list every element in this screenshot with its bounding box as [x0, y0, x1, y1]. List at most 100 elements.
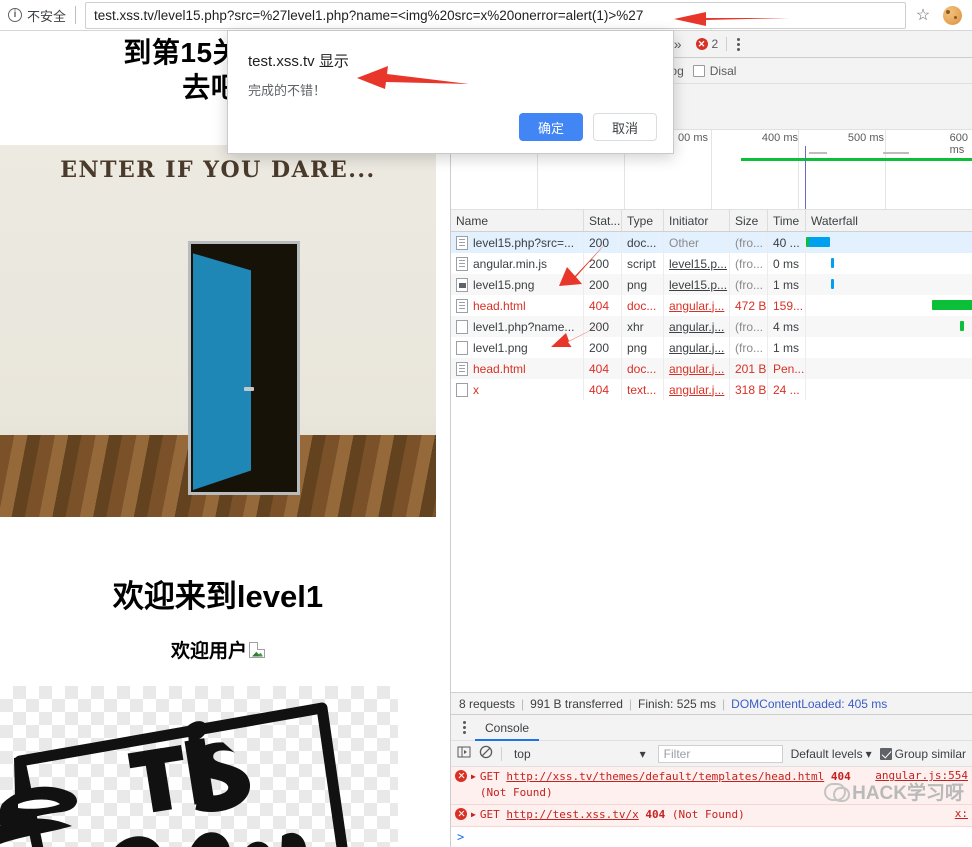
document-icon: [456, 361, 468, 376]
request-name: level1.png: [473, 340, 528, 355]
cell-waterfall: [806, 274, 972, 295]
security-label: 不安全: [27, 8, 67, 24]
execution-context-select[interactable]: top ▾: [510, 747, 650, 761]
column-header-status[interactable]: Stat...: [584, 210, 622, 231]
cell-waterfall: [806, 337, 972, 358]
cell-size: 201 B: [730, 358, 768, 379]
waterfall-bar: [932, 300, 972, 310]
column-header-type[interactable]: Type: [622, 210, 664, 231]
cell-status: 200: [584, 232, 622, 253]
cell-time: 4 ms: [768, 316, 806, 337]
cell-time: 1 ms: [768, 274, 806, 295]
expander-icon[interactable]: ▶: [471, 772, 476, 781]
column-header-name[interactable]: Name: [451, 210, 584, 231]
console-message-status: 404: [830, 770, 851, 784]
execution-context-value: top: [513, 746, 531, 761]
cell-initiator[interactable]: angular.j...: [664, 337, 730, 358]
console-message[interactable]: ▶ GET http://xss.tv/themes/default/templ…: [451, 767, 972, 806]
cell-type: text...: [622, 379, 664, 400]
document-icon: [456, 256, 468, 271]
document-icon: [456, 298, 468, 313]
summary-requests: 8 requests: [459, 696, 516, 711]
waterfall-bar-queue: [806, 237, 809, 247]
table-row[interactable]: head.html 404 doc... angular.j... 472 B …: [451, 295, 972, 316]
show-sidebar-icon[interactable]: [457, 745, 471, 762]
security-indicator[interactable]: i 不安全: [0, 6, 66, 25]
cell-initiator[interactable]: angular.j...: [664, 358, 730, 379]
console-filter-input[interactable]: Filter: [657, 744, 783, 763]
table-row[interactable]: level15.png 200 png level15.p... (fro...…: [451, 274, 972, 295]
expander-icon[interactable]: ▶: [471, 810, 476, 819]
cell-initiator[interactable]: angular.j...: [664, 295, 730, 316]
column-header-waterfall[interactable]: Waterfall: [806, 210, 972, 231]
column-header-time[interactable]: Time: [768, 210, 806, 231]
address-bar[interactable]: test.xss.tv/level15.php?src=%27level1.ph…: [85, 1, 906, 29]
table-row[interactable]: level1.png 200 png angular.j... (fro... …: [451, 337, 972, 358]
toolbar-divider: [501, 746, 502, 761]
cell-initiator: Other: [664, 232, 730, 253]
overview-dcl-marker: [805, 146, 806, 209]
avatar[interactable]: [938, 1, 966, 29]
cell-status: 200: [584, 316, 622, 337]
image-icon: [456, 277, 468, 292]
console-message-method: GET: [479, 770, 500, 784]
cell-initiator[interactable]: level15.p...: [664, 274, 730, 295]
console-message-source[interactable]: x:: [955, 807, 968, 820]
url-text: test.xss.tv/level15.php?src=%27level1.ph…: [94, 7, 644, 23]
network-request-table: Name Stat... Type Initiator Size Time Wa…: [451, 210, 972, 693]
kebab-menu-icon[interactable]: [455, 721, 473, 735]
console-message-source[interactable]: angular.js:554: [875, 769, 968, 782]
console-message-detail: (Not Found): [479, 786, 553, 800]
cell-initiator[interactable]: level15.p...: [664, 253, 730, 274]
javascript-alert-dialog: test.xss.tv 显示 完成的不错！ 确定 取消: [227, 30, 674, 154]
checkbox-icon: [879, 747, 892, 760]
request-name: head.html: [473, 298, 526, 313]
welcome-user-label: 欢迎用户: [170, 641, 247, 662]
its-sketch-svg: [0, 702, 348, 847]
cell-initiator[interactable]: angular.j...: [664, 379, 730, 400]
disable-cache-checkbox[interactable]: Disal: [692, 64, 736, 78]
alert-cancel-button[interactable]: 取消: [593, 113, 657, 141]
group-similar-label: Group similar: [894, 746, 966, 761]
star-icon[interactable]: ☆: [908, 0, 938, 30]
alert-title: test.xss.tv 显示: [248, 53, 349, 70]
cell-status: 404: [584, 379, 622, 400]
console-message[interactable]: ▶ GET http://test.xss.tv/x 404 (Not Foun…: [451, 805, 972, 827]
console-message-status: 404: [645, 808, 666, 822]
waterfall-bar: [831, 279, 834, 289]
summary-divider: |: [722, 696, 726, 711]
error-count-badge[interactable]: ✕ 2: [690, 31, 725, 57]
cell-type: doc...: [622, 295, 664, 316]
kebab-menu-icon[interactable]: [729, 31, 747, 57]
cell-waterfall: [806, 316, 972, 337]
column-header-size[interactable]: Size: [730, 210, 768, 231]
cell-type: png: [622, 274, 664, 295]
column-header-initiator[interactable]: Initiator: [664, 210, 730, 231]
console-message-url[interactable]: http://test.xss.tv/x: [506, 808, 638, 821]
table-row[interactable]: x 404 text... angular.j... 318 B 24 ...: [451, 379, 972, 400]
cell-initiator[interactable]: angular.j...: [664, 316, 730, 337]
console-message-text: GET http://xss.tv/themes/default/templat…: [480, 769, 865, 801]
waterfall-bar: [831, 258, 834, 268]
console-message-detail: (Not Found): [671, 808, 745, 822]
overview-tick-600: 600 ms: [949, 132, 968, 156]
clear-console-icon[interactable]: [479, 745, 493, 762]
table-row[interactable]: angular.min.js 200 script level15.p... (…: [451, 253, 972, 274]
cell-time: 40 ...: [768, 232, 806, 253]
error-icon: [455, 770, 467, 783]
console-prompt[interactable]: >: [451, 827, 972, 847]
table-row[interactable]: head.html 404 doc... angular.j... 201 B …: [451, 358, 972, 379]
door-handle-icon: [244, 387, 254, 391]
tab-console[interactable]: Console: [475, 715, 539, 741]
table-row[interactable]: level15.php?src=... 200 doc... Other (fr…: [451, 232, 972, 253]
request-name: level1.php?name...: [473, 319, 575, 334]
waterfall-bar: [960, 321, 964, 331]
table-row[interactable]: level1.php?name... 200 xhr angular.j... …: [451, 316, 972, 337]
log-levels-select[interactable]: Default levels ▾: [791, 747, 872, 761]
group-similar-checkbox[interactable]: Group similar: [879, 746, 966, 761]
cell-size: (fro...: [730, 253, 768, 274]
console-message-url[interactable]: http://xss.tv/themes/default/templates/h…: [506, 770, 824, 783]
table-header-row: Name Stat... Type Initiator Size Time Wa…: [451, 210, 972, 232]
alert-ok-button[interactable]: 确定: [519, 113, 583, 141]
cell-name: x: [451, 379, 584, 400]
